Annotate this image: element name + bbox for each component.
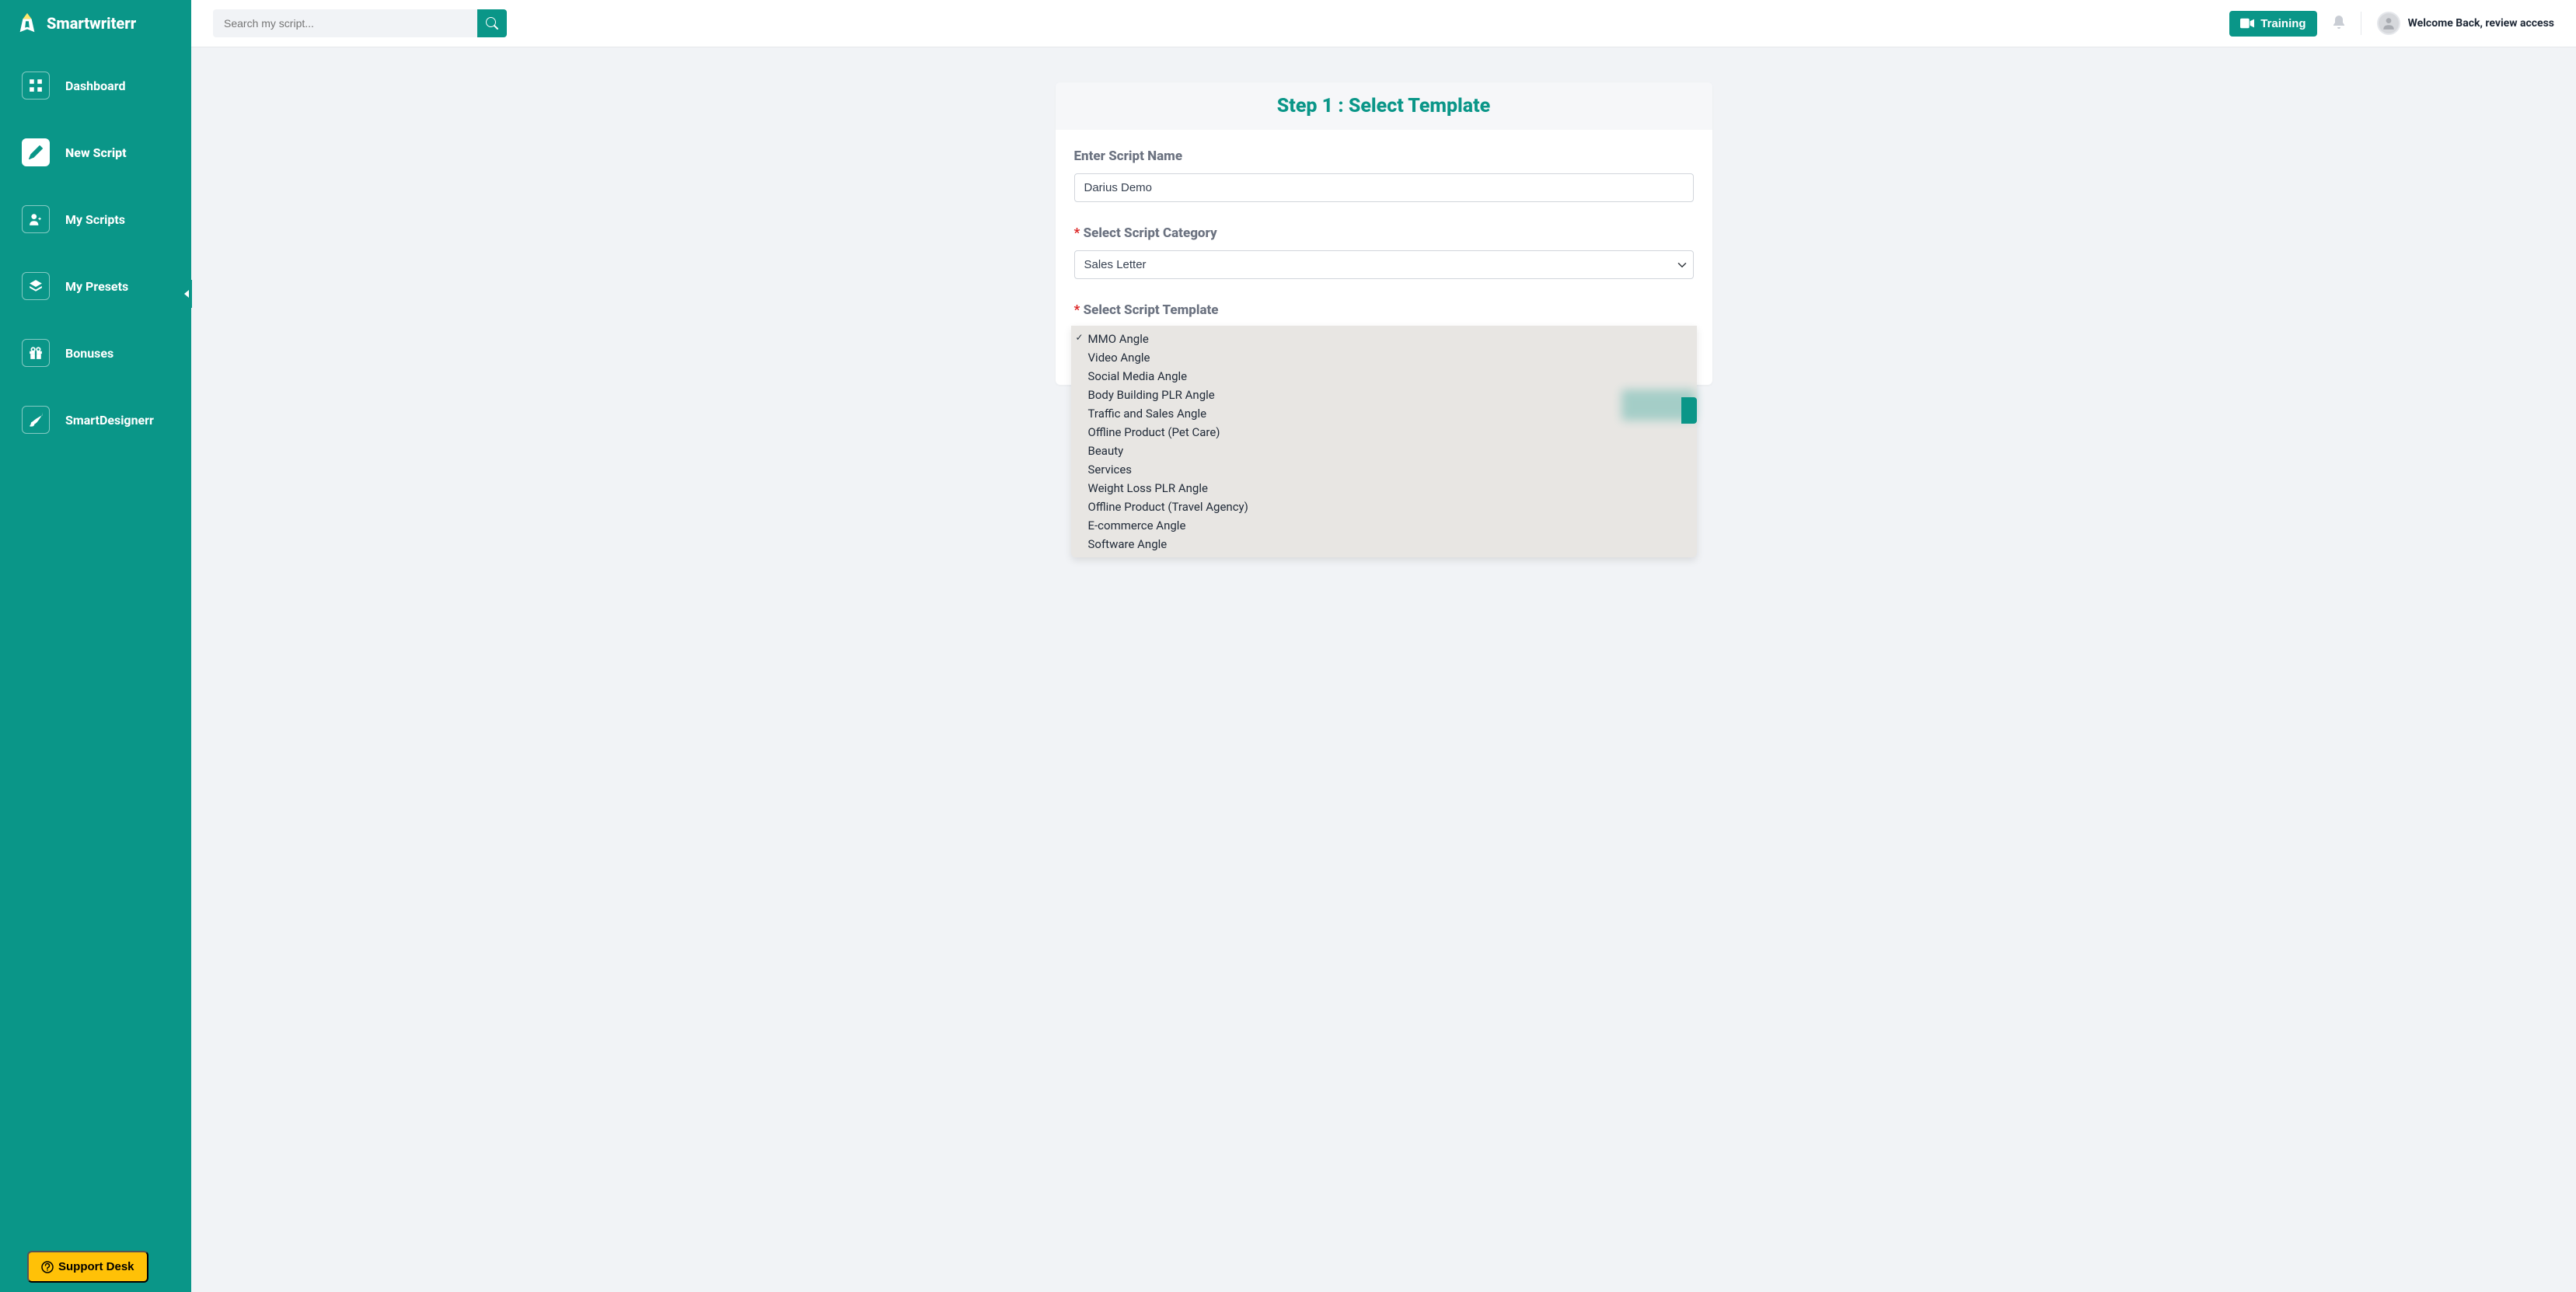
template-option[interactable]: Offline Product (Pet Care) <box>1071 423 1697 442</box>
template-option[interactable]: Weight Loss PLR Angle <box>1071 479 1697 498</box>
pencil-icon <box>22 138 50 166</box>
video-icon <box>2240 18 2254 29</box>
brand-logo[interactable]: Smartwriterr <box>0 0 191 47</box>
template-option[interactable]: Traffic and Sales Angle <box>1071 404 1697 423</box>
topbar: Training Welcome Back, review access <box>191 0 2576 47</box>
sidebar-nav: Dashboard New Script My Scripts My Prese… <box>0 47 191 479</box>
sidebar-item-label: Bonuses <box>65 346 113 361</box>
template-dropdown-list: MMO AngleVideo AngleSocial Media AngleBo… <box>1071 326 1697 557</box>
brand-title: Smartwriterr <box>47 14 136 33</box>
template-option[interactable]: MMO Angle <box>1071 330 1697 348</box>
grid-icon <box>22 72 50 100</box>
search-icon <box>486 17 498 30</box>
sidebar-item-bonuses[interactable]: Bonuses <box>0 330 191 376</box>
template-option[interactable]: E-commerce Angle <box>1071 516 1697 535</box>
template-option[interactable]: Software Angle <box>1071 535 1697 553</box>
notifications-button[interactable] <box>2333 15 2345 32</box>
layers-icon <box>22 272 50 300</box>
search-input[interactable] <box>213 9 477 37</box>
gift-icon <box>22 339 50 367</box>
template-option[interactable]: Offline Product (Travel Agency) <box>1071 498 1697 516</box>
sidebar-item-label: My Presets <box>65 279 128 294</box>
training-label: Training <box>2260 17 2305 30</box>
script-name-input[interactable] <box>1074 173 1694 202</box>
question-circle-icon <box>41 1261 54 1273</box>
template-option[interactable]: Social Media Angle <box>1071 367 1697 386</box>
sidebar-item-my-presets[interactable]: My Presets <box>0 263 191 309</box>
bell-icon <box>2333 15 2345 29</box>
sidebar-item-label: New Script <box>65 145 127 160</box>
support-desk-button[interactable]: Support Desk <box>27 1251 148 1283</box>
content: Step 1 : Select Template Enter Script Na… <box>191 47 2576 1292</box>
person-icon <box>2382 16 2396 30</box>
sidebar-item-smartdesignerr[interactable]: SmartDesignerr <box>0 396 191 443</box>
brush-icon <box>22 406 50 434</box>
script-category-select[interactable]: Sales Letter <box>1074 250 1694 279</box>
sidebar-item-label: Dashboard <box>65 79 125 93</box>
script-template-label: * Select Script Template <box>1074 302 1694 318</box>
next-button-peek[interactable] <box>1681 397 1697 424</box>
welcome-text: Welcome Back, review access <box>2408 17 2554 30</box>
search-button[interactable] <box>477 9 507 37</box>
template-option[interactable]: Video Angle <box>1071 348 1697 367</box>
training-button[interactable]: Training <box>2229 11 2316 37</box>
template-option[interactable]: Beauty <box>1071 442 1697 460</box>
template-option[interactable]: Body Building PLR Angle <box>1071 386 1697 404</box>
card-title: Step 1 : Select Template <box>1068 95 1700 117</box>
sidebar-item-my-scripts[interactable]: My Scripts <box>0 196 191 243</box>
sidebar-item-label: SmartDesignerr <box>65 413 154 428</box>
avatar <box>2377 12 2400 35</box>
sidebar-item-new-script[interactable]: New Script <box>0 129 191 176</box>
brand-logo-icon <box>16 12 39 35</box>
form-card: Step 1 : Select Template Enter Script Na… <box>1056 82 1712 385</box>
template-option[interactable]: Services <box>1071 460 1697 479</box>
card-header: Step 1 : Select Template <box>1056 82 1712 130</box>
user-plus-icon <box>22 205 50 233</box>
user-menu[interactable]: Welcome Back, review access <box>2377 12 2554 35</box>
sidebar-item-dashboard[interactable]: Dashboard <box>0 62 191 109</box>
support-desk-label: Support Desk <box>58 1260 134 1273</box>
search-wrap <box>213 9 507 37</box>
sidebar-collapse-toggle[interactable] <box>181 280 192 308</box>
sidebar-item-label: My Scripts <box>65 212 125 227</box>
script-name-label: Enter Script Name <box>1074 148 1694 164</box>
sidebar: Smartwriterr Dashboard New Script My Scr… <box>0 0 191 1292</box>
script-category-label: * Select Script Category <box>1074 225 1694 241</box>
